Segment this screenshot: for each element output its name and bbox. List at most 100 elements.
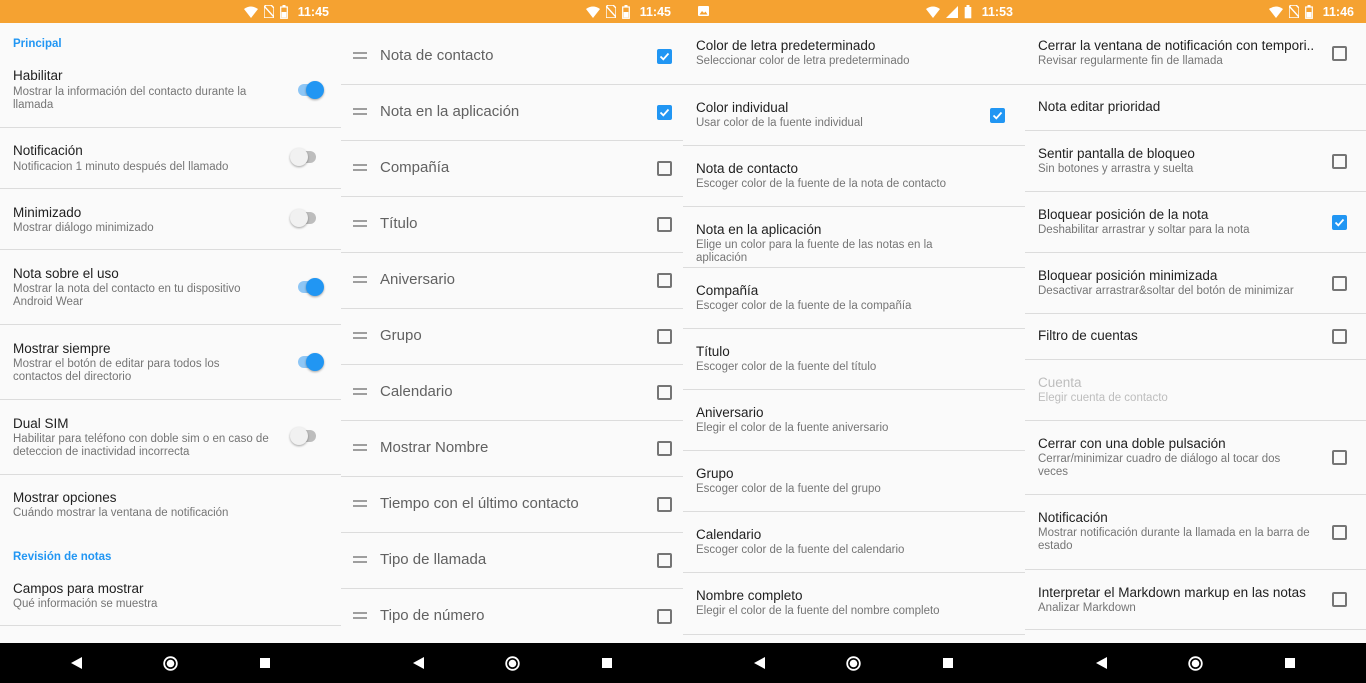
battery-icon [621,4,630,19]
home-button[interactable] [156,643,184,683]
setting-row[interactable]: Color individual Usar color de la fuente … [683,85,1025,146]
checkbox[interactable] [657,329,672,344]
drag-handle-icon[interactable] [353,556,367,564]
home-button[interactable] [839,643,867,683]
setting-subtitle: Mostrar el botón de editar para todos lo… [13,358,220,383]
field-row[interactable]: Compañía [341,141,683,197]
checkbox[interactable] [1332,525,1347,540]
field-row[interactable]: Tipo de número [341,589,683,645]
checkbox[interactable] [1332,329,1347,344]
setting-dual-sim[interactable]: Dual SIM Habilitar para teléfono con dob… [0,400,341,475]
checkbox[interactable] [657,497,672,512]
dual-sim-toggle[interactable] [290,426,320,446]
setting-subtitle: Desactivar arrastrar&soltar del botón de… [1038,285,1294,297]
setting-row[interactable]: Filtro de cuentas [1025,314,1366,360]
drag-handle-icon[interactable] [353,164,367,172]
recents-icon [943,658,953,668]
checkbox[interactable] [1332,215,1347,230]
drag-handle-icon[interactable] [353,332,367,340]
checkbox[interactable] [657,273,672,288]
checkbox[interactable] [1332,154,1347,169]
setting-row[interactable]: Color de letra predeterminado Seleccionar… [683,23,1025,85]
field-label: Tipo de llamada [380,551,487,568]
nota-uso-toggle[interactable] [296,277,326,297]
field-row[interactable]: Título [341,197,683,253]
setting-title: Calendario [696,527,762,542]
recents-button[interactable] [593,643,621,683]
home-button[interactable] [498,643,526,683]
back-button[interactable] [62,643,90,683]
back-button[interactable] [404,643,432,683]
setting-row[interactable]: Sentir pantalla de bloqueo Sin botones y … [1025,131,1366,192]
setting-mostrar-siempre[interactable]: Mostrar siempre Mostrar el botón de edit… [0,325,341,400]
setting-row[interactable]: Interpretar el Markdown markup en las no… [1025,570,1366,630]
drag-handle-icon[interactable] [353,52,367,60]
field-row[interactable]: Mostrar Nombre [341,421,683,477]
recents-button[interactable] [934,643,962,683]
back-button[interactable] [745,643,773,683]
setting-nota-sobre-el-uso[interactable]: Nota sobre el uso Mostrar la nota del co… [0,250,341,325]
setting-row[interactable]: Aniversario Elegir el color de la fuente … [683,390,1025,451]
back-button[interactable] [1087,643,1115,683]
setting-row[interactable]: Bloquear posición de la nota Deshabilitar… [1025,192,1366,253]
checkbox[interactable] [657,217,672,232]
drag-handle-icon[interactable] [353,108,367,116]
setting-row[interactable]: Nota en la aplicación Elige un color para… [683,207,1025,268]
setting-row[interactable]: Calendario Escoger color de la fuente del… [683,512,1025,573]
checkbox[interactable] [657,441,672,456]
checkbox[interactable] [657,609,672,624]
home-button[interactable] [1181,643,1209,683]
setting-row[interactable]: Título Escoger color de la fuente del tít… [683,329,1025,390]
clock: 11:45 [297,4,329,19]
recents-button[interactable] [1276,643,1304,683]
field-row[interactable]: Grupo [341,309,683,365]
recents-button[interactable] [251,643,279,683]
setting-mostrar-opciones[interactable]: Mostrar opciones Cuándo mostrar la venta… [0,475,341,535]
setting-title: Sentir pantalla de bloqueo [1038,146,1195,161]
battery-icon [1304,4,1313,19]
drag-handle-icon[interactable] [353,444,367,452]
setting-row[interactable]: Bloquear posición minimizada Desactivar a… [1025,253,1366,314]
checkbox[interactable] [657,161,672,176]
checkbox[interactable] [657,49,672,64]
clock: 11:53 [981,4,1013,19]
minimizado-toggle[interactable] [290,208,320,228]
checkbox[interactable] [1332,592,1347,607]
drag-handle-icon[interactable] [353,612,367,620]
setting-row[interactable]: Nota de contacto Escoger color de la fuen… [683,146,1025,207]
setting-row[interactable]: Notificación Mostrar notificación durante… [1025,495,1366,570]
field-row[interactable]: Tipo de llamada [341,533,683,589]
checkbox[interactable] [1332,46,1347,61]
wifi-icon [243,6,258,18]
setting-row[interactable]: Compañía Escoger color de la fuente de la… [683,268,1025,329]
drag-handle-icon[interactable] [353,276,367,284]
checkbox[interactable] [657,385,672,400]
checkbox[interactable] [657,553,672,568]
drag-handle-icon[interactable] [353,388,367,396]
notificacion-toggle[interactable] [290,147,320,167]
setting-row[interactable]: Grupo Escoger color de la fuente del grup… [683,451,1025,512]
setting-campos-para-mostrar[interactable]: Campos para mostrar Qué información se m… [0,570,341,626]
checkbox[interactable] [657,105,672,120]
habilitar-toggle[interactable] [296,80,326,100]
setting-row[interactable]: Nombre completo Elegir el color de la fue… [683,573,1025,635]
image-icon [698,6,709,16]
drag-handle-icon[interactable] [353,500,367,508]
status-bar: 11:45 [341,0,683,23]
checkbox[interactable] [990,108,1005,123]
field-row[interactable]: Tiempo con el último contacto [341,477,683,533]
field-row[interactable]: Calendario [341,365,683,421]
mostrar-siempre-toggle[interactable] [296,352,326,372]
checkbox[interactable] [1332,450,1347,465]
drag-handle-icon[interactable] [353,220,367,228]
field-row[interactable]: Aniversario [341,253,683,309]
field-row[interactable]: Nota en la aplicación [341,85,683,141]
setting-notificacion[interactable]: Notificación Notificacion 1 minuto despu… [0,128,341,189]
setting-row[interactable]: Cerrar la ventana de notificación con te… [1025,23,1366,85]
setting-row[interactable]: Cerrar con una doble pulsación Cerrar/min… [1025,421,1366,495]
field-row[interactable]: Nota de contacto [341,29,683,85]
setting-habilitar[interactable]: Habilitar Mostrar la información del con… [0,58,341,128]
setting-row[interactable]: Nota editar prioridad [1025,85,1366,131]
checkbox[interactable] [1332,276,1347,291]
setting-minimizado[interactable]: Minimizado Mostrar diálogo minimizado [0,189,341,250]
